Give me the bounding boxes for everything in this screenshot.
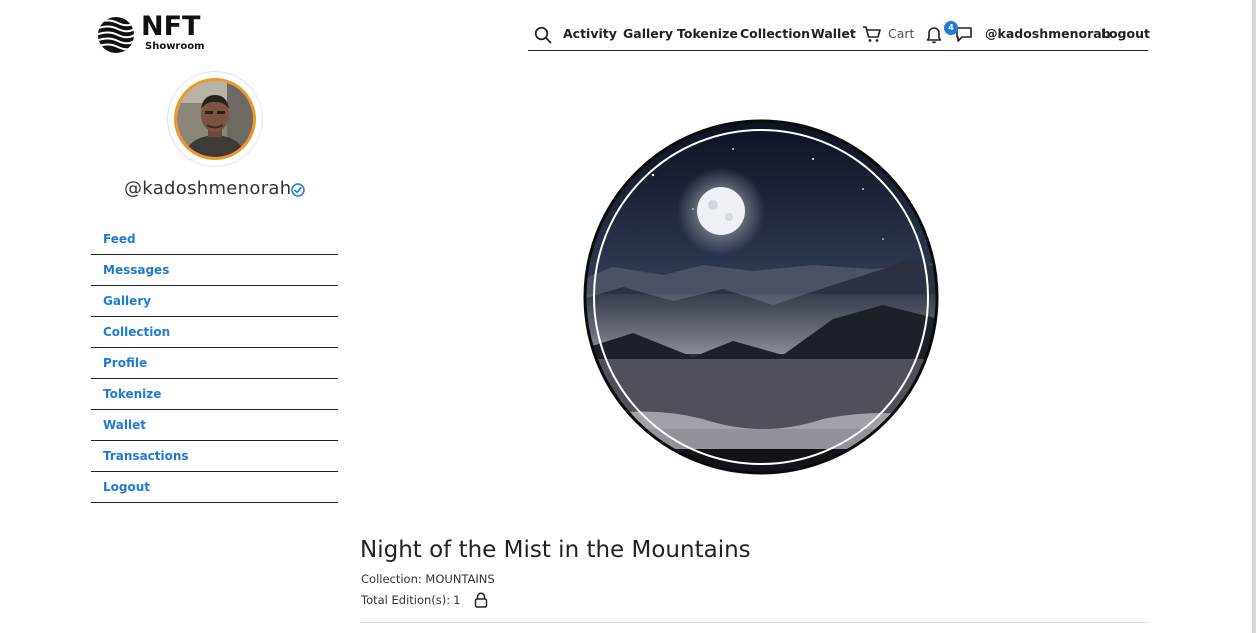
sidebar-item-gallery[interactable]: Gallery (91, 286, 338, 317)
collection-value: MOUNTAINS (425, 572, 495, 586)
details-divider (360, 622, 1148, 623)
nav-tokenize[interactable]: Tokenize (677, 26, 738, 41)
sidebar-item-label: Messages (103, 263, 170, 277)
nav-logout[interactable]: Logout (1101, 26, 1150, 41)
collection-label: Collection: (361, 572, 422, 586)
nav-activity[interactable]: Activity (563, 26, 617, 41)
verified-check-icon (291, 183, 305, 197)
avatar-frame (167, 71, 263, 167)
brand-logo[interactable]: NFT Showroom (96, 11, 216, 56)
sidebar-item-label: Logout (103, 480, 151, 494)
nav-gallery[interactable]: Gallery (623, 26, 673, 41)
profile-username: @kadoshmenorah (124, 178, 292, 199)
artwork-collection: Collection: MOUNTAINS (361, 572, 495, 586)
cart-icon[interactable] (862, 25, 882, 43)
nav-cart[interactable]: Cart (888, 26, 914, 41)
sidebar-menu: Feed Messages Gallery Collection Profile… (91, 224, 338, 503)
top-navigation: Activity Gallery Tokenize Collection Wal… (528, 19, 1150, 51)
sidebar-item-transactions[interactable]: Transactions (91, 441, 338, 472)
sidebar-item-collection[interactable]: Collection (91, 317, 338, 348)
nft-artwork-image[interactable] (583, 119, 939, 475)
artwork-title: Night of the Mist in the Mountains (360, 537, 751, 563)
striped-sphere-logo-icon (98, 17, 134, 53)
sidebar-item-label: Profile (103, 356, 148, 370)
nav-collection[interactable]: Collection (740, 26, 810, 41)
bell-icon[interactable] (925, 25, 943, 44)
sidebar-item-label: Transactions (103, 449, 189, 463)
page-scrollbar[interactable] (1252, 0, 1256, 633)
sidebar-item-logout[interactable]: Logout (91, 472, 338, 503)
avatar-photo (177, 81, 253, 157)
lock-icon (474, 592, 488, 608)
avatar[interactable] (174, 78, 256, 160)
editions-label: Total Edition(s): (361, 593, 451, 607)
sidebar-item-feed[interactable]: Feed (91, 224, 338, 255)
sidebar-item-profile[interactable]: Profile (91, 348, 338, 379)
editions-value: 1 (453, 593, 461, 607)
sidebar-item-label: Feed (103, 232, 136, 246)
sidebar-item-tokenize[interactable]: Tokenize (91, 379, 338, 410)
sidebar-item-label: Collection (103, 325, 171, 339)
brand-subtitle: Showroom (145, 41, 205, 52)
brand-name: NFT (141, 11, 201, 42)
sidebar-item-wallet[interactable]: Wallet (91, 410, 338, 441)
sidebar-item-messages[interactable]: Messages (91, 255, 338, 286)
search-icon[interactable] (534, 26, 552, 44)
nav-username[interactable]: @kadoshmenorah (985, 26, 1111, 41)
sidebar-item-label: Tokenize (103, 387, 162, 401)
sidebar-item-label: Wallet (103, 418, 147, 432)
sidebar-item-label: Gallery (103, 294, 152, 308)
artwork-editions: Total Edition(s): 1 (361, 593, 460, 607)
notification-badge: 4 (944, 21, 958, 35)
nav-wallet[interactable]: Wallet (811, 26, 856, 41)
